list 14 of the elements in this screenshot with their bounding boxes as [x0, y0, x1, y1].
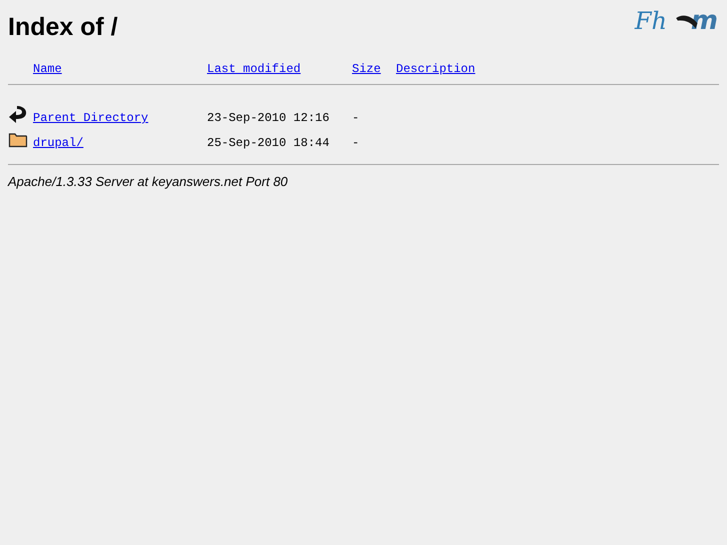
modified-date: 25-Sep-2010 18:44	[207, 136, 330, 150]
toolbar-logo[interactable]: Fh	[634, 8, 667, 34]
modified-date: 23-Sep-2010 12:16	[207, 111, 330, 125]
file-size: -	[352, 111, 360, 125]
back-arrow-icon	[8, 105, 28, 125]
size-column-link[interactable]: Size	[352, 62, 381, 76]
server-signature: Apache/1.3.33 Server at keyanswers.net Port 80	[8, 174, 289, 189]
modified-column-link[interactable]: Last modified	[207, 62, 301, 76]
name-column-link[interactable]: Name	[33, 62, 62, 76]
description-column-link[interactable]: Description	[396, 62, 476, 76]
entry-link[interactable]: Parent Directory	[33, 111, 148, 125]
page-title: Index of /	[8, 12, 118, 42]
entry-link[interactable]: drupal/	[33, 136, 84, 150]
file-size: -	[352, 136, 360, 150]
